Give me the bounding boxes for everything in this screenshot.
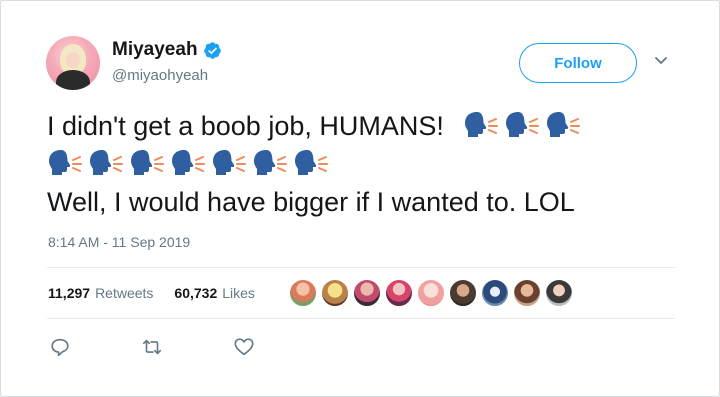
tweet-line-2 — [47, 145, 697, 183]
liker-avatar[interactable] — [545, 279, 573, 307]
tweet-line-1-text: I didn't get a boob job, HUMANS! — [47, 111, 444, 141]
reply-icon[interactable] — [49, 336, 71, 358]
liker-avatar[interactable] — [385, 279, 413, 307]
speaking-head-icon — [294, 149, 328, 176]
likes-label[interactable]: Likes — [222, 285, 255, 301]
user-name-row[interactable]: Miyayeah — [112, 39, 222, 61]
emoji-group-1 — [463, 111, 586, 141]
user-handle[interactable]: @miyaohyeah — [112, 67, 208, 84]
retweets-label[interactable]: Retweets — [95, 285, 153, 301]
display-name[interactable]: Miyayeah — [112, 39, 198, 61]
retweet-icon[interactable] — [141, 336, 163, 358]
tweet-stats: 11,297 Retweets 60,732 Likes — [48, 285, 255, 301]
follow-button[interactable]: Follow — [519, 43, 637, 83]
speaking-head-icon — [505, 111, 540, 138]
likes-count[interactable]: 60,732 — [174, 285, 217, 301]
tweet-text: I didn't get a boob job, HUMANS! Well, I… — [47, 107, 697, 221]
like-heart-icon[interactable] — [233, 336, 255, 358]
tweet-line-3: Well, I would have bigger if I wanted to… — [47, 187, 575, 217]
tweet-line-1: I didn't get a boob job, HUMANS! — [47, 107, 697, 145]
liker-avatar[interactable] — [449, 279, 477, 307]
speaking-head-icon — [546, 111, 581, 138]
speaking-head-icon — [89, 149, 123, 176]
liker-avatar[interactable] — [321, 279, 349, 307]
liker-avatar[interactable] — [481, 279, 509, 307]
chevron-down-icon[interactable] — [655, 57, 667, 65]
verified-badge-icon — [203, 41, 221, 59]
liker-avatar[interactable] — [289, 279, 317, 307]
liker-avatar[interactable] — [417, 279, 445, 307]
liker-avatar[interactable] — [513, 279, 541, 307]
avatar[interactable] — [46, 36, 100, 90]
tweet-actions — [49, 336, 255, 358]
speaking-head-icon — [253, 149, 287, 176]
divider — [47, 267, 675, 268]
liker-avatars — [289, 279, 573, 307]
speaking-head-icon — [212, 149, 246, 176]
speaking-head-icon — [130, 149, 164, 176]
speaking-head-icon — [464, 111, 499, 138]
retweets-count[interactable]: 11,297 — [48, 285, 90, 301]
tweet-card: Miyayeah @miyaohyeah Follow I didn't get… — [0, 0, 720, 397]
liker-avatar[interactable] — [353, 279, 381, 307]
divider — [47, 318, 675, 319]
tweet-timestamp[interactable]: 8:14 AM - 11 Sep 2019 — [48, 234, 190, 250]
speaking-head-icon — [48, 149, 82, 176]
speaking-head-icon — [171, 149, 205, 176]
